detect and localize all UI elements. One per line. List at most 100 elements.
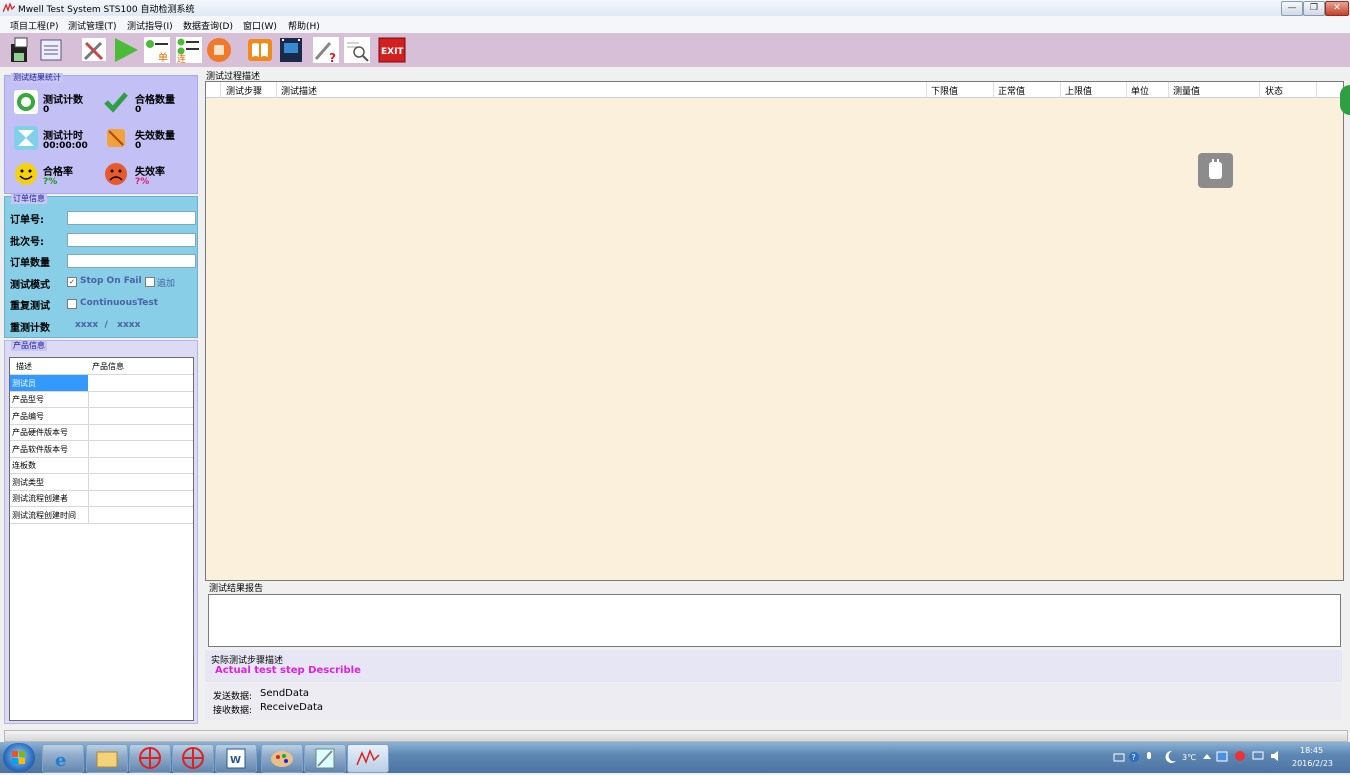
clock-time[interactable]: 18:45 — [1300, 746, 1323, 755]
save-icon — [11, 37, 28, 62]
grid-header: 测试步骤 测试描述 下限值 正常值 上限值 单位 测量值 状态 — [206, 82, 1343, 98]
app-logo-icon — [3, 2, 15, 13]
continuous-test-checkbox[interactable] — [67, 299, 77, 309]
table-row[interactable]: 测试员 — [10, 375, 193, 392]
append-checkbox[interactable] — [145, 277, 155, 287]
col-desc[interactable]: 测试描述 — [281, 84, 317, 97]
order-no-input[interactable] — [67, 211, 196, 225]
taskbar-mwell[interactable] — [347, 744, 389, 773]
menu-project[interactable]: 项目工程(P) — [10, 19, 58, 32]
taskbar-ie[interactable]: e — [42, 744, 84, 773]
table-row[interactable]: 产品硬件版本号 — [10, 424, 193, 441]
search-button[interactable] — [343, 35, 371, 64]
title-bar: Mwell Test System STS100 自动检测系统 — ❐ ✕ — [0, 0, 1350, 17]
col-lower[interactable]: 下限值 — [931, 84, 958, 97]
row-label: 连板数 — [12, 461, 36, 470]
row-value-cell[interactable] — [89, 375, 193, 391]
fail-count-value: 0 — [135, 141, 142, 151]
row-label: 产品硬件版本号 — [12, 428, 68, 437]
stats-group: 测试结果统计 测试计数 0 合格数量 0 测试计时 00:00:00 失效数量 … — [4, 73, 198, 194]
tray-keyboard-icon[interactable] — [1113, 751, 1125, 763]
row-label: 产品编号 — [12, 412, 44, 421]
app-red-icon — [139, 747, 161, 769]
close-button[interactable]: ✕ — [1325, 1, 1349, 16]
exit-button[interactable]: EXIT — [378, 35, 406, 64]
exit-label: EXIT — [381, 47, 404, 57]
tray-expand-icon[interactable] — [1203, 752, 1211, 762]
book-icon — [248, 39, 272, 61]
table-row[interactable]: 连板数 — [10, 457, 193, 474]
table-row[interactable]: 测试类型 — [10, 474, 193, 491]
row-label: 测试员 — [12, 379, 36, 388]
taskbar-paint[interactable] — [261, 744, 303, 773]
taskbar-word[interactable]: W — [215, 744, 257, 773]
clock-date[interactable]: 2016/2/23 — [1292, 759, 1333, 768]
continuous-icon: 连 — [176, 37, 202, 65]
batch-no-input[interactable] — [67, 233, 196, 247]
table-row[interactable]: 产品型号 — [10, 391, 193, 408]
col-measured[interactable]: 测量值 — [1173, 84, 1200, 97]
restore-icon: ❐ — [1309, 3, 1319, 13]
start-button[interactable] — [3, 743, 35, 772]
menu-window[interactable]: 窗口(W) — [243, 19, 277, 32]
stop-button[interactable] — [205, 35, 233, 64]
taskbar-app-1[interactable] — [129, 744, 171, 773]
order-qty-label: 订单数量 — [10, 258, 50, 269]
menu-test-guide[interactable]: 测试指导(I) — [127, 19, 173, 32]
film-button[interactable] — [277, 35, 305, 64]
close-icon: ✕ — [1333, 3, 1341, 13]
folder-icon — [96, 751, 118, 768]
menu-help[interactable]: 帮助(H) — [288, 19, 320, 32]
actual-step-area — [205, 650, 1342, 682]
moon-weather-icon[interactable] — [1162, 749, 1178, 765]
col-normal[interactable]: 正常值 — [998, 84, 1025, 97]
taskbar-app-2[interactable] — [172, 744, 214, 773]
minimize-button[interactable]: — — [1281, 1, 1303, 16]
actual-step-desc: Actual test step Describle — [215, 665, 361, 676]
smiley-icon — [14, 162, 38, 186]
pass-count-value: 0 — [135, 105, 142, 115]
taskbar-tool[interactable] — [304, 744, 346, 773]
guide-book-button[interactable] — [246, 35, 274, 64]
save-button[interactable] — [6, 35, 34, 64]
single-step-button[interactable]: 单 — [143, 35, 171, 64]
tray-qq-icon[interactable] — [1234, 750, 1246, 762]
menu-data-query[interactable]: 数据查询(D) — [183, 19, 233, 32]
app-red-icon — [182, 747, 204, 769]
tool-icon — [315, 748, 335, 769]
taskbar-explorer[interactable] — [86, 744, 128, 773]
hourglass-icon — [14, 126, 38, 150]
product-table-header: 描述 产品信息 — [10, 358, 193, 375]
col-status[interactable]: 状态 — [1265, 84, 1283, 97]
tray-mic-icon[interactable] — [1143, 751, 1155, 763]
col-unit[interactable]: 单位 — [1131, 84, 1149, 97]
pass-rate-value: ?% — [43, 177, 58, 187]
help-button[interactable]: ? — [312, 35, 340, 65]
col-upper[interactable]: 上限值 — [1065, 84, 1092, 97]
tray-help-icon[interactable]: ? — [1128, 751, 1140, 763]
volume-icon[interactable] — [1270, 750, 1282, 762]
stop-on-fail-checkbox[interactable]: ✓ — [67, 277, 77, 287]
process-grid[interactable]: 测试步骤 测试描述 下限值 正常值 上限值 单位 测量值 状态 — [205, 81, 1344, 581]
table-row[interactable]: 测试流程创建时间 — [10, 507, 193, 524]
restore-button[interactable]: ❐ — [1303, 1, 1325, 16]
side-tab-icon[interactable] — [1340, 85, 1350, 115]
report-title: 测试结果报告 — [209, 584, 264, 594]
tools-button[interactable] — [80, 35, 108, 64]
tray-network-icon[interactable] — [1216, 750, 1228, 762]
table-row[interactable]: 测试流程创建者 — [10, 490, 193, 507]
col-step[interactable]: 测试步骤 — [226, 84, 262, 97]
menu-test-manage[interactable]: 测试管理(T) — [68, 19, 117, 32]
order-qty-input[interactable] — [67, 254, 196, 268]
report-box[interactable] — [208, 594, 1341, 647]
order-group: 订单信息 订单号: 批次号: 订单数量 测试模式 ✓ Stop On Fail … — [4, 194, 198, 338]
continuous-button[interactable]: 连 — [175, 35, 203, 65]
test-count-label: 测试计数 — [43, 95, 83, 106]
window-title: Mwell Test System STS100 自动检测系统 — [18, 5, 195, 15]
manage-button[interactable] — [38, 35, 66, 64]
tray-display-icon[interactable] — [1252, 750, 1264, 762]
run-button[interactable] — [112, 35, 140, 64]
table-row[interactable]: 产品软件版本号 — [10, 441, 193, 458]
usb-device-icon[interactable] — [1198, 153, 1233, 188]
table-row[interactable]: 产品编号 — [10, 408, 193, 425]
